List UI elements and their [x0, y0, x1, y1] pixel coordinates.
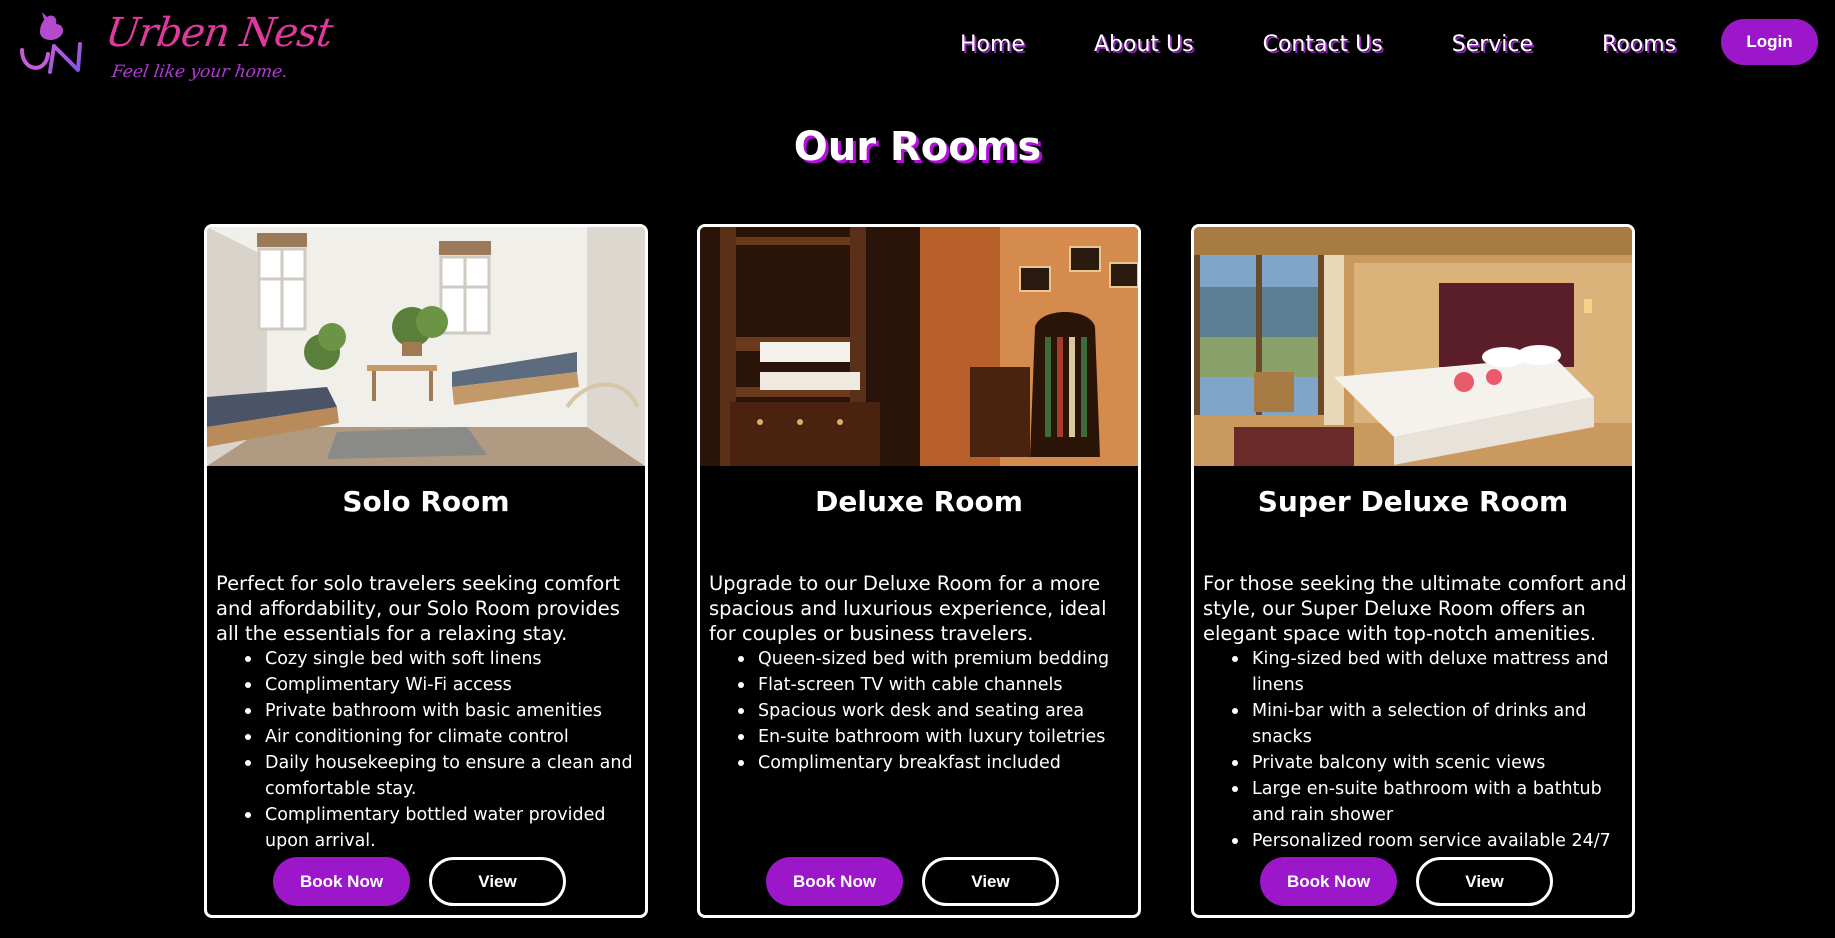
room-features: Cozy single bed with soft linens Complim…: [245, 646, 643, 854]
view-button[interactable]: View: [1416, 857, 1553, 906]
list-item: Mini-bar with a selection of drinks and …: [1232, 698, 1630, 750]
room-title: Super Deluxe Room: [1257, 485, 1569, 518]
login-button[interactable]: Login: [1721, 19, 1818, 65]
list-item: Complimentary breakfast included: [738, 750, 1136, 776]
brand-tagline: Feel like your home.: [110, 62, 289, 82]
room-image-solo: [207, 227, 645, 466]
list-item: Daily housekeeping to ensure a clean and…: [245, 750, 643, 802]
logo-mark-icon: [20, 12, 82, 74]
nav-about-us[interactable]: About Us: [1094, 32, 1194, 57]
room-image-super-deluxe: [1194, 227, 1632, 466]
page-title: Our Rooms: [793, 124, 1042, 170]
book-now-button[interactable]: Book Now: [273, 857, 410, 906]
main-nav: Home About Us Contact Us Service Rooms: [960, 26, 1676, 62]
card-actions: Book Now View: [1194, 857, 1632, 906]
room-card-deluxe: Deluxe Room Upgrade to our Deluxe Room f…: [697, 224, 1141, 918]
room-card-solo: Solo Room Perfect for solo travelers see…: [204, 224, 648, 918]
nav-service[interactable]: Service: [1452, 32, 1533, 57]
room-description: Upgrade to our Deluxe Room for a more sp…: [709, 572, 1107, 645]
room-description: For those seeking the ultimate comfort a…: [1203, 572, 1627, 645]
card-actions: Book Now View: [207, 857, 645, 906]
card-actions: Book Now View: [700, 857, 1138, 906]
list-item: Air conditioning for climate control: [245, 724, 643, 750]
room-description: Perfect for solo travelers seeking comfo…: [216, 572, 620, 645]
nav-contact-us[interactable]: Contact Us: [1263, 32, 1383, 57]
list-item: En-suite bathroom with luxury toiletries: [738, 724, 1136, 750]
nav-rooms[interactable]: Rooms: [1602, 32, 1676, 57]
list-item: Complimentary bottled water provided upo…: [245, 802, 643, 854]
book-now-button[interactable]: Book Now: [766, 857, 903, 906]
brand-name: Urben Nest: [102, 10, 336, 56]
room-card-super-deluxe: Super Deluxe Room For those seeking the …: [1191, 224, 1635, 918]
view-button[interactable]: View: [922, 857, 1059, 906]
list-item: Cozy single bed with soft linens: [245, 646, 643, 672]
list-item: Private bathroom with basic amenities: [245, 698, 643, 724]
room-features: Queen-sized bed with premium bedding Fla…: [738, 646, 1136, 776]
list-item: Spacious work desk and seating area: [738, 698, 1136, 724]
list-item: Queen-sized bed with premium bedding: [738, 646, 1136, 672]
room-features: King-sized bed with deluxe mattress and …: [1232, 646, 1630, 854]
room-title: Deluxe Room: [815, 485, 1023, 518]
room-image-deluxe: [700, 227, 1138, 466]
view-button[interactable]: View: [429, 857, 566, 906]
list-item: Complimentary Wi-Fi access: [245, 672, 643, 698]
book-now-button[interactable]: Book Now: [1260, 857, 1397, 906]
list-item: Large en-suite bathroom with a bathtub a…: [1232, 776, 1630, 828]
room-title: Solo Room: [342, 485, 510, 518]
list-item: Private balcony with scenic views: [1232, 750, 1630, 776]
list-item: Flat-screen TV with cable channels: [738, 672, 1136, 698]
nav-home[interactable]: Home: [960, 32, 1025, 57]
list-item: Personalized room service available 24/7: [1232, 828, 1630, 854]
site-header: Urben Nest Feel like your home. Home Abo…: [0, 0, 1835, 90]
list-item: King-sized bed with deluxe mattress and …: [1232, 646, 1630, 698]
brand-logo[interactable]: Urben Nest Feel like your home.: [18, 8, 335, 88]
